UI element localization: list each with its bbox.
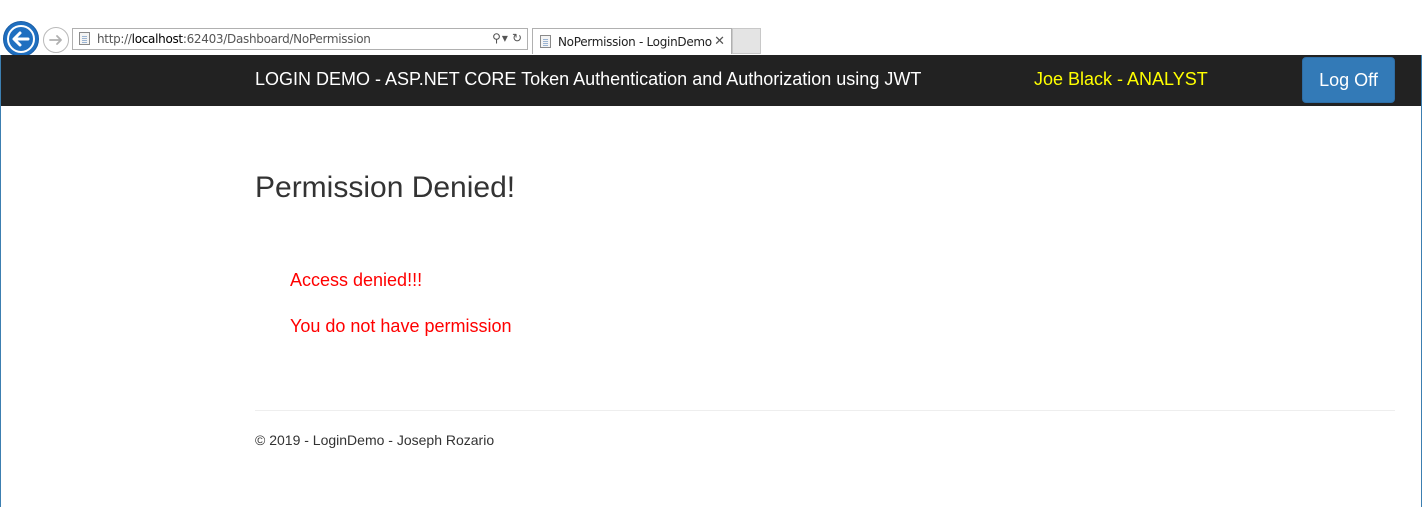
log-off-button[interactable]: Log Off xyxy=(1302,57,1395,103)
dropdown-icon[interactable]: ▾ xyxy=(502,31,508,45)
navbar-brand[interactable]: LOGIN DEMO - ASP.NET CORE Token Authenti… xyxy=(255,69,921,90)
browser-chrome: http://localhost:62403/Dashboard/NoPermi… xyxy=(0,0,1422,57)
address-bar-icons: ⚲▾ ↻ xyxy=(488,31,522,45)
tab-page-icon xyxy=(540,35,551,48)
no-permission-message: You do not have permission xyxy=(290,316,512,336)
footer-text: © 2019 - LoginDemo - Joseph Rozario xyxy=(255,432,495,448)
refresh-icon[interactable]: ↻ xyxy=(512,31,522,45)
tab-nopermission[interactable]: NoPermission - LoginDemo ✕ xyxy=(532,28,732,54)
page-title: Permission Denied! xyxy=(255,171,516,204)
tab-title: NoPermission - LoginDemo xyxy=(558,35,712,49)
navbar: LOGIN DEMO - ASP.NET CORE Token Authenti… xyxy=(1,55,1421,106)
access-denied-message: Access denied!!! xyxy=(290,270,423,290)
footer-divider xyxy=(255,410,1395,411)
url-text[interactable]: http://localhost:62403/Dashboard/NoPermi… xyxy=(97,32,371,47)
user-role-label: Joe Black - ANALYST xyxy=(1034,69,1208,89)
forward-button[interactable] xyxy=(43,27,69,53)
address-bar[interactable]: http://localhost:62403/Dashboard/NoPermi… xyxy=(72,28,528,50)
new-tab-button[interactable] xyxy=(732,28,761,54)
arrow-left-icon xyxy=(7,25,35,53)
close-icon[interactable]: ✕ xyxy=(714,33,725,49)
back-button[interactable] xyxy=(3,21,39,57)
page-icon xyxy=(79,32,90,45)
search-icon[interactable]: ⚲ xyxy=(492,31,501,45)
arrow-right-icon xyxy=(49,35,62,45)
